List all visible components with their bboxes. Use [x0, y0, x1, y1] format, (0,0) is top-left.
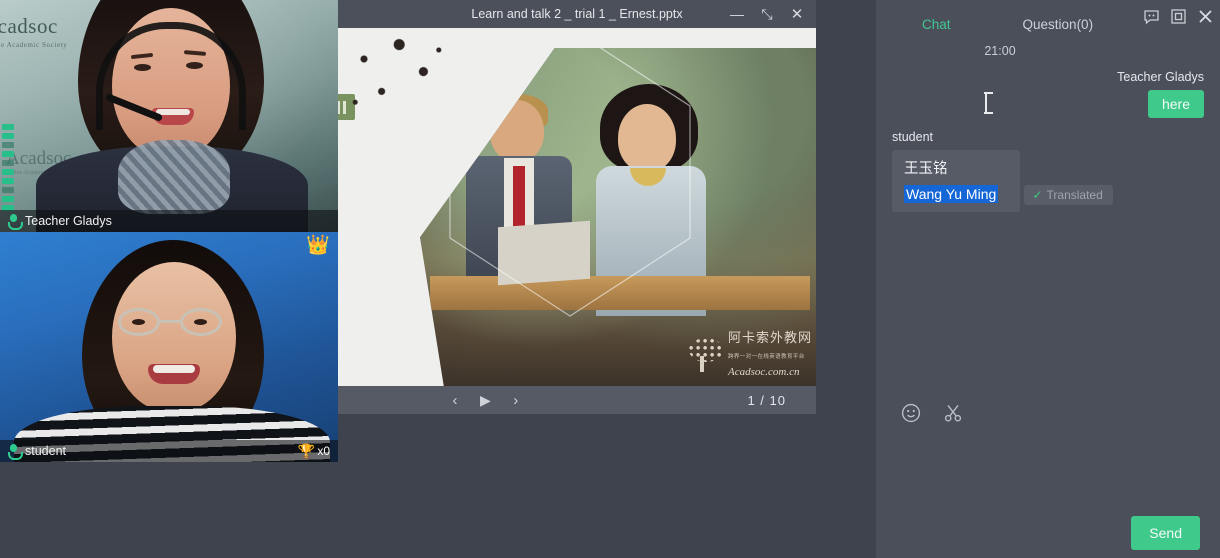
trophy-icon: 🏆	[298, 443, 315, 460]
video-tile-student[interactable]: 👑 student 🏆 x0	[0, 232, 338, 462]
watermark-tagline: 跨界一对一在线英语教育平台	[728, 354, 805, 360]
volume-bar	[2, 160, 14, 166]
student-eye-left	[132, 319, 145, 325]
message-sender-name: Teacher Gladys	[892, 70, 1204, 84]
acadsoc-watermark: 阿卡索外教网 跨界一对一在线英语教育平台 Acadsoc.com.cn	[689, 330, 812, 380]
student-name-label-bar: student 🏆 x0	[0, 440, 338, 462]
chat-tool-bar	[876, 390, 1220, 436]
teacher-video-backdrop: Acadsoc Online Academic Society Acadsoc …	[0, 0, 338, 232]
minimize-icon: —	[730, 6, 744, 22]
window-controls: — ⤡ ✕	[722, 0, 812, 28]
slide-control-bar: ‹ ▶ › 1 / 10	[338, 386, 816, 414]
microphone-icon	[8, 214, 19, 228]
microphone-icon	[8, 444, 19, 458]
volume-bar	[2, 142, 14, 148]
message-bubble-outgoing[interactable]: here	[1148, 90, 1204, 118]
student-mouth	[148, 364, 200, 384]
chat-timestamp: 21:00	[892, 36, 1108, 58]
chat-footer: Send	[876, 516, 1220, 550]
tab-chat[interactable]: Chat	[914, 17, 959, 32]
teacher-scarf	[118, 140, 230, 214]
restore-button[interactable]: ⤡	[752, 0, 782, 28]
student-video-backdrop	[0, 232, 338, 462]
volume-bar	[2, 187, 14, 193]
trophy-counter: 🏆 x0	[298, 443, 330, 460]
chat-panel: Chat Question(0) 21:00 Teacher Gladys he…	[876, 0, 1220, 558]
presentation-window: Learn and talk 2 _ trial 1 _ Ernest.pptx…	[338, 0, 816, 414]
translated-label: Translated	[1047, 188, 1103, 202]
chat-header-icons	[1143, 8, 1214, 25]
emoji-icon[interactable]	[900, 402, 922, 424]
chat-message-outgoing: Teacher Gladys here	[892, 70, 1204, 118]
chat-bubble-icon[interactable]	[1143, 8, 1160, 25]
backdrop-brand-top: Acadsoc Online Academic Society	[0, 14, 67, 49]
restore-icon: ⤡	[761, 6, 772, 23]
chat-message-incoming: student 王玉铭 Wang Yu Ming ✓ Translated	[892, 130, 1204, 212]
student-name-label: student	[25, 444, 66, 458]
window-title: Learn and talk 2 _ trial 1 _ Ernest.pptx	[471, 7, 682, 21]
backdrop-brand-text: Acadsoc	[0, 14, 58, 38]
slide-photo: 阿卡索外教网 跨界一对一在线英语教育平台 Acadsoc.com.cn	[420, 48, 816, 386]
window-title-bar[interactable]: Learn and talk 2 _ trial 1 _ Ernest.pptx…	[338, 0, 816, 28]
check-icon: ✓	[1032, 188, 1042, 202]
backdrop-tagline-text: Online Academic Society	[0, 41, 67, 49]
volume-bar	[2, 124, 14, 130]
volume-bar	[2, 169, 14, 175]
student-face	[112, 262, 236, 412]
volume-bar	[2, 196, 14, 202]
teacher-name-label-bar: Teacher Gladys	[0, 210, 338, 232]
send-button[interactable]: Send	[1131, 516, 1200, 550]
tab-question[interactable]: Question(0)	[1015, 17, 1102, 32]
volume-bar	[2, 178, 14, 184]
close-icon: ✕	[791, 5, 804, 23]
crown-icon: 👑	[306, 236, 330, 255]
volume-meter	[2, 124, 14, 214]
previous-slide-button[interactable]: ‹	[446, 392, 464, 409]
student-glasses-bridge	[160, 320, 180, 323]
trophy-count: x0	[317, 444, 330, 458]
next-slide-button[interactable]: ›	[507, 392, 525, 409]
volume-bar	[2, 133, 14, 139]
watermark-url: Acadsoc.com.cn	[728, 366, 799, 378]
play-button[interactable]: ▶	[480, 392, 491, 409]
watermark-cn: 阿卡索外教网	[728, 330, 812, 345]
scissors-icon[interactable]	[942, 402, 964, 424]
translated-badge: ✓ Translated	[1024, 185, 1112, 205]
video-column: Acadsoc Online Academic Society Acadsoc …	[0, 0, 338, 462]
student-eye-right	[194, 319, 207, 325]
restore-window-icon[interactable]	[1170, 8, 1187, 25]
page-indicator: 1 / 10	[747, 393, 786, 408]
close-button[interactable]: ✕	[782, 0, 812, 28]
meeting-app-window: Acadsoc Online Academic Society Acadsoc …	[0, 0, 1220, 558]
tree-logo-icon	[689, 338, 723, 372]
message-text-translation-selected[interactable]: Wang Yu Ming	[904, 185, 998, 203]
slide-nav-group: ‹ ▶ ›	[446, 392, 525, 409]
chat-tab-bar: Chat Question(0)	[876, 0, 1220, 36]
message-text-original: 王玉铭	[904, 157, 1010, 178]
volume-bar	[2, 151, 14, 157]
minimize-button[interactable]: —	[722, 0, 752, 28]
slide-canvas[interactable]: d Talk nema	[338, 28, 816, 386]
message-sender-name: student	[892, 130, 1204, 144]
chat-message-list[interactable]: 21:00 Teacher Gladys here student 王玉铭 Wa…	[876, 36, 1220, 390]
message-bubble-incoming[interactable]: 王玉铭 Wang Yu Ming	[892, 150, 1020, 212]
ink-splatter-decoration	[342, 32, 452, 122]
watermark-text: 阿卡索外教网 跨界一对一在线英语教育平台 Acadsoc.com.cn	[728, 330, 812, 380]
close-icon[interactable]	[1197, 8, 1214, 25]
video-tile-teacher[interactable]: Acadsoc Online Academic Society Acadsoc …	[0, 0, 338, 232]
text-cursor	[985, 92, 994, 114]
teacher-name-label: Teacher Gladys	[25, 214, 112, 228]
